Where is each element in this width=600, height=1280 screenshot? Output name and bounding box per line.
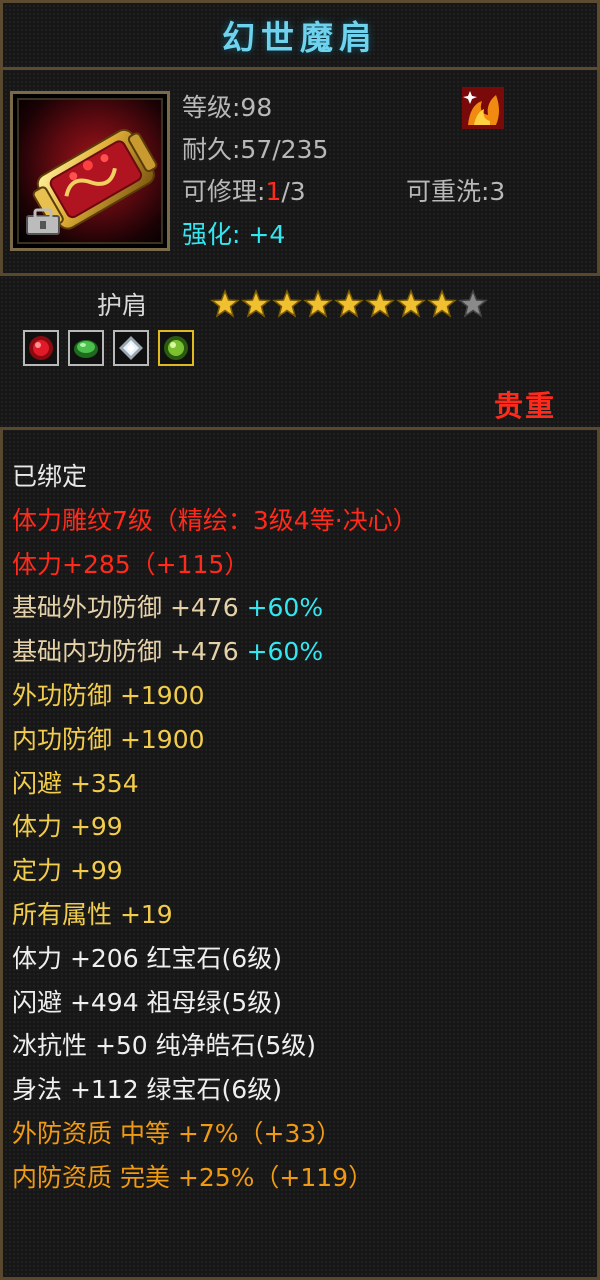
star-filled-icon [210,289,240,318]
red-gem-icon [29,336,53,360]
gem4-line: 身法 +112 绿宝石(6级) [12,1075,282,1105]
gem-slot-3[interactable] [113,330,149,366]
enhance-value: +4 [248,220,286,249]
base-int-def: 基础内功防御 +476 [12,637,239,667]
green-gem-icon [74,340,98,358]
gem3-line: 冰抗性 +50 纯净皓石(5级) [12,1031,317,1061]
slot-type: 护肩 [97,291,148,320]
gem-sockets [23,330,194,366]
property-list: 已绑定 体力雕纹7级（精绘：3级4等·决心） 体力+285（+115） 基础外功… [12,455,418,1200]
rarity-label: 贵重 [493,389,556,423]
item-tooltip: 幻世魔肩 等级:98 耐久:57/235 可修理:1/3 可重洗:3 强化: +… [0,0,600,1280]
durability-text: 耐久:57/235 [182,135,329,164]
gem2-line: 闪避 +494 祖母绿(5级) [12,987,282,1017]
star-filled-icon [396,289,426,318]
base-int-def-pct: +60% [238,637,324,667]
repair-text: 可修理:1/3 [182,172,306,208]
base-int-def-line: 基础内功防御 +476 +60% [12,630,418,674]
gem-slot-1[interactable] [23,330,59,366]
gem1-line: 体力 +206 红宝石(6级) [12,943,282,973]
stamina-line: 体力 +99 [12,812,123,842]
focus-line: 定力 +99 [12,856,123,886]
repair-used: 1 [265,177,282,206]
enhance-label: 强化: [182,220,241,249]
repair-total: /3 [281,177,306,206]
star-filled-icon [272,289,302,318]
star-filled-icon [241,289,271,318]
item-name: 幻世魔肩 [222,18,378,57]
bind-lock-icon [26,208,60,235]
base-ext-def-pct: +60% [238,593,324,623]
level-text: 等级:98 [182,93,273,122]
ext-quality-line: 外防资质 中等 +7%（+33） [12,1118,342,1148]
star-filled-icon [334,289,364,318]
carving-stat-line: 体力+285（+115） [12,549,250,579]
ext-def-line: 外功防御 +1900 [12,680,205,710]
rewash-text: 可重洗:3 [406,177,506,206]
item-icon-frame [10,91,170,251]
repair-label: 可修理: [182,177,266,206]
star-empty-icon [458,289,488,318]
int-quality-line: 内防资质 完美 +25%（+119） [12,1162,374,1192]
base-ext-def-line: 基础外功防御 +476 +60% [12,586,418,630]
fire-badge-icon [462,87,504,129]
star-rating [210,289,488,319]
star-filled-icon [365,289,395,318]
star-filled-icon [427,289,457,318]
base-ext-def: 基础外功防御 +476 [12,593,239,623]
carving-line: 体力雕纹7级（精绘：3级4等·决心） [12,505,418,535]
green-emerald-gem-icon [164,336,188,360]
gem-slot-2[interactable] [68,330,104,366]
bound-status: 已绑定 [12,462,88,491]
all-attr-line: 所有属性 +19 [12,899,173,929]
dodge-line: 闪避 +354 [12,768,139,798]
enhance-text: 强化: +4 [182,215,285,251]
gem-slot-4[interactable] [158,330,194,366]
int-def-line: 内功防御 +1900 [12,724,205,754]
shoulder-armor-icon [17,98,163,244]
white-gem-icon [119,336,143,360]
star-filled-icon [303,289,333,318]
